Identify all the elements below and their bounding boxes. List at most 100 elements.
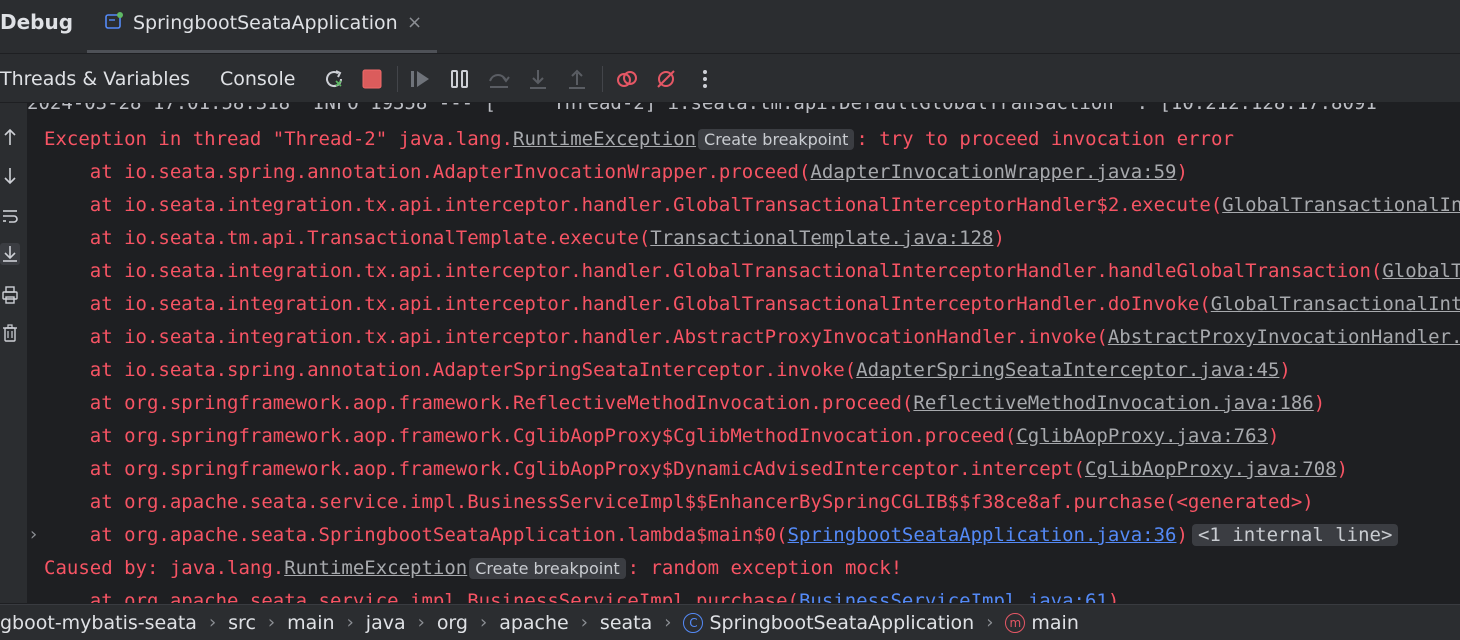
rerun-icon[interactable] — [321, 66, 347, 92]
stack-frame-line: at org.apache.seata.service.impl.Busines… — [44, 585, 1120, 603]
create-breakpoint-button[interactable]: Create breakpoint — [698, 129, 855, 150]
frame-tail: ) — [1176, 161, 1188, 183]
source-link[interactable]: SpringbootSeataApplication.java:36 — [788, 524, 1177, 546]
class-icon: C — [683, 612, 704, 633]
log-line: 2024-03-28 17:01:58.318 INFO 19358 --- [… — [27, 103, 1377, 114]
step-out-icon[interactable] — [564, 66, 590, 92]
debug-toolbar: Threads & Variables Console — [0, 54, 1460, 102]
pause-icon[interactable] — [447, 66, 473, 92]
step-into-icon[interactable] — [525, 66, 551, 92]
stack-frame-line: at io.seata.spring.annotation.AdapterInv… — [44, 156, 1188, 189]
run-config-icon — [105, 12, 123, 30]
source-link[interactable]: AdapterSpringSeataInterceptor.java:45 — [856, 359, 1279, 381]
tab-springboot-seata-application[interactable]: SpringbootSeataApplication × — [87, 0, 437, 53]
close-icon[interactable]: × — [407, 12, 422, 33]
frame-text: at io.seata.spring.annotation.AdapterSpr… — [44, 359, 857, 381]
frame-tail: ) — [1267, 425, 1280, 447]
scroll-to-end-icon[interactable] — [0, 243, 20, 265]
stack-frame-line: at org.apache.seata.SpringbootSeataAppli… — [44, 519, 1399, 552]
frame-text: at org.springframework.aop.framework.Cgl… — [44, 458, 1085, 480]
frame-text: at io.seata.integration.tx.api.intercept… — [44, 293, 1211, 315]
frame-tail: ) — [1313, 392, 1326, 414]
frame-text: at org.springframework.aop.framework.Cgl… — [44, 425, 1017, 447]
method-icon: m — [1005, 612, 1026, 633]
breadcrumb-item-class[interactable]: C SpringbootSeataApplication — [683, 612, 974, 634]
active-tab-indicator — [87, 50, 437, 53]
view-breakpoints-icon[interactable] — [614, 66, 640, 92]
console-side-toolbar — [0, 103, 27, 603]
step-over-icon[interactable] — [486, 66, 512, 92]
source-link[interactable]: CglibAopProxy.java:708 — [1085, 458, 1337, 480]
tab-threads-variables[interactable]: Threads & Variables — [0, 68, 190, 90]
breadcrumb-method-label: main — [1031, 611, 1079, 634]
debug-title: Debug — [0, 10, 74, 34]
stack-frame-line: at io.seata.integration.tx.api.intercept… — [44, 189, 1460, 222]
breadcrumb-class-label: SpringbootSeataApplication — [709, 611, 975, 634]
breadcrumb-separator: › — [986, 612, 994, 633]
source-link[interactable]: ReflectiveMethodInvocation.java:186 — [913, 392, 1313, 414]
create-breakpoint-button[interactable]: Create breakpoint — [469, 558, 626, 579]
frame-text: at io.seata.integration.tx.api.intercept… — [44, 260, 1383, 282]
breadcrumb-item-method[interactable]: m main — [1005, 611, 1079, 634]
source-link[interactable]: GlobalTransactionalInterceptorHandler.ja… — [1211, 293, 1460, 315]
stack-frame-line: at io.seata.integration.tx.api.intercept… — [44, 288, 1460, 321]
clear-icon[interactable] — [0, 322, 20, 344]
breadcrumb-item-main[interactable]: main — [287, 612, 334, 634]
up-arrow-icon[interactable] — [0, 126, 20, 148]
mute-breakpoints-icon[interactable] — [653, 66, 679, 92]
breadcrumb-item-src[interactable]: src — [228, 612, 256, 634]
frame-tail: ) — [993, 227, 1005, 249]
exception-message: : try to proceed invocation error — [856, 128, 1234, 150]
stack-frame-line: at org.springframework.aop.framework.Cgl… — [44, 453, 1348, 486]
source-link[interactable]: GlobalTransactionalInterceptorHandler.ja… — [1222, 194, 1460, 216]
breadcrumb: gboot-mybatis-seata › src › main › java … — [0, 604, 1460, 640]
soft-wrap-icon[interactable] — [0, 205, 20, 227]
tab-console[interactable]: Console — [220, 68, 295, 90]
stop-icon[interactable] — [359, 66, 385, 92]
breadcrumb-separator: › — [664, 612, 672, 633]
caused-class-link[interactable]: RuntimeException — [284, 557, 467, 579]
source-link[interactable]: CglibAopProxy.java:763 — [1016, 425, 1268, 447]
exception-class-link[interactable]: RuntimeException — [513, 128, 696, 150]
breadcrumb-item-apache[interactable]: apache — [499, 612, 569, 634]
breadcrumb-separator: › — [267, 612, 276, 633]
stack-frame-line: at io.seata.integration.tx.api.intercept… — [44, 321, 1460, 354]
toolbar-separator — [397, 66, 398, 92]
frame-text: at org.apache.seata.SpringbootSeataAppli… — [44, 524, 788, 546]
resume-icon[interactable] — [407, 66, 433, 92]
exception-prefix: Exception in thread "Thread-2" java.lang… — [44, 128, 513, 150]
source-link[interactable]: BusinessServiceImpl.java:61 — [799, 590, 1108, 603]
down-arrow-icon[interactable] — [0, 165, 20, 187]
source-link[interactable]: GlobalTransactionalInterceptorHandler.ja… — [1382, 260, 1460, 282]
frame-text: at org.apache.seata.service.impl.Busines… — [44, 590, 799, 603]
source-link[interactable]: TransactionalTemplate.java:128 — [650, 227, 993, 249]
stack-frame-line: at io.seata.tm.api.TransactionalTemplate… — [44, 222, 1005, 255]
breadcrumb-item-java[interactable]: java — [366, 612, 406, 634]
breadcrumb-separator: › — [417, 612, 425, 633]
breadcrumb-item-org[interactable]: org — [437, 612, 468, 634]
expand-chevron-icon[interactable]: › — [30, 524, 37, 545]
breadcrumb-separator: › — [580, 612, 588, 633]
breadcrumb-separator: › — [208, 612, 217, 633]
breadcrumb-item-seata[interactable]: seata — [600, 612, 652, 634]
exception-line: Exception in thread "Thread-2" java.lang… — [44, 123, 1234, 156]
caused-message: : random exception mock! — [627, 557, 903, 579]
source-link[interactable]: AbstractProxyInvocationHandler.java:35 — [1108, 326, 1460, 348]
folded-lines-chip[interactable]: <1 internal line> — [1191, 524, 1399, 546]
breadcrumb-separator: › — [479, 612, 488, 633]
toolbar-separator — [602, 66, 603, 92]
frame-text: at org.springframework.aop.framework.Ref… — [44, 392, 914, 414]
frame-text: at io.seata.spring.annotation.AdapterInv… — [44, 161, 811, 183]
breadcrumb-item-project[interactable]: gboot-mybatis-seata — [0, 612, 197, 634]
debug-tool-window-header: Debug SpringbootSeataApplication × — [0, 0, 1460, 54]
console-output[interactable]: 2024-03-28 17:01:58.318 INFO 19358 --- [… — [27, 103, 1460, 603]
stack-frame-line: at io.seata.integration.tx.api.intercept… — [44, 255, 1460, 288]
source-link[interactable]: AdapterInvocationWrapper.java:59 — [810, 161, 1176, 183]
more-icon[interactable] — [692, 66, 718, 92]
caused-prefix: Caused by: java.lang. — [44, 557, 285, 579]
frame-text: at org.apache.seata.service.impl.Busines… — [44, 491, 1314, 513]
stack-frame-line: at io.seata.spring.annotation.AdapterSpr… — [44, 354, 1291, 387]
frame-tail: ) — [1336, 458, 1349, 480]
print-icon[interactable] — [0, 284, 20, 306]
frame-tail: ) — [1279, 359, 1291, 381]
